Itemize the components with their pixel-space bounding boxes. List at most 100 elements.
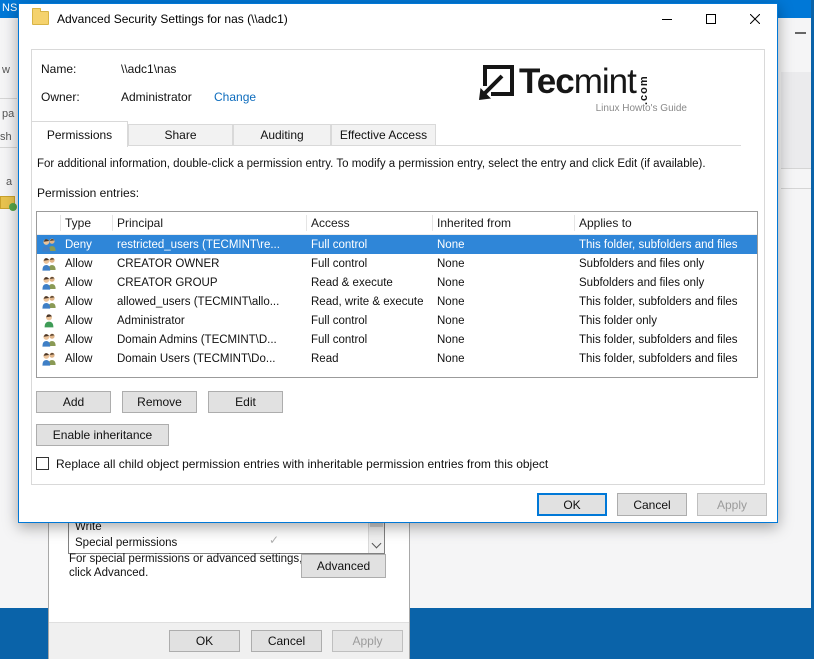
column-principal[interactable]: Principal	[113, 215, 307, 231]
entry-applies-to: This folder, subfolders and files	[575, 334, 757, 346]
logo-wordmark: Tecmint	[519, 64, 636, 105]
owner-label: Owner:	[41, 90, 80, 104]
permissions-dialog: Write Special permissions ✓ For special …	[48, 505, 410, 659]
table-row[interactable]: Allow CREATOR OWNER Full control None Su…	[37, 254, 757, 273]
listbox-item-special-permissions[interactable]: Special permissions	[75, 537, 177, 552]
entry-principal: CREATOR OWNER	[113, 258, 307, 270]
enable-inheritance-button[interactable]: Enable inheritance	[36, 424, 169, 446]
entry-inherited-from: None	[433, 277, 575, 289]
apply-button: Apply	[697, 493, 767, 516]
entry-principal: CREATOR GROUP	[113, 277, 307, 289]
principal-type-icon	[37, 275, 61, 290]
column-type[interactable]: Type	[61, 215, 113, 231]
entry-type: Allow	[61, 315, 113, 327]
entry-inherited-from: None	[433, 353, 575, 365]
column-access[interactable]: Access	[307, 215, 433, 231]
tecmint-logo-icon	[477, 64, 515, 104]
listbox-item-write[interactable]: Write	[75, 521, 102, 536]
entry-applies-to: This folder, subfolders and files	[575, 239, 757, 251]
entry-applies-to: Subfolders and files only	[575, 277, 757, 289]
entry-access: Read, write & execute	[307, 296, 433, 308]
entry-access: Read	[307, 353, 433, 365]
checkmark-icon: ✓	[269, 533, 279, 547]
tab-effective-access[interactable]: Effective Access	[331, 124, 436, 146]
entry-principal: Administrator	[113, 315, 307, 327]
background-divider	[0, 98, 17, 99]
table-row[interactable]: Deny restricted_users (TECMINT\re... Ful…	[37, 235, 757, 254]
group-icon	[41, 256, 57, 271]
advanced-hint-line1: For special permissions or advanced sett…	[69, 552, 302, 566]
cancel-button[interactable]: Cancel	[251, 630, 322, 652]
table-row[interactable]: Allow allowed_users (TECMINT\allo... Rea…	[37, 292, 757, 311]
advanced-button[interactable]: Advanced	[301, 554, 386, 578]
ok-button[interactable]: OK	[537, 493, 607, 516]
entry-applies-to: Subfolders and files only	[575, 258, 757, 270]
permission-entries-table[interactable]: Type Principal Access Inherited from App…	[36, 211, 758, 378]
titlebar[interactable]: Advanced Security Settings for nas (\\ad…	[19, 4, 777, 34]
entry-access: Full control	[307, 258, 433, 270]
maximize-button[interactable]	[689, 4, 733, 34]
entry-principal: restricted_users (TECMINT\re...	[113, 239, 307, 251]
permission-entries-label: Permission entries:	[37, 186, 139, 200]
user-icon	[41, 313, 57, 328]
group-icon	[41, 332, 57, 347]
maximize-icon	[706, 14, 716, 24]
change-owner-link[interactable]: Change	[214, 90, 256, 104]
apply-button: Apply	[332, 630, 403, 652]
entry-principal: Domain Admins (TECMINT\D...	[113, 334, 307, 346]
group-icon	[41, 237, 57, 252]
replace-child-permissions-label: Replace all child object permission entr…	[56, 457, 548, 471]
minimize-button[interactable]	[645, 4, 689, 34]
entry-type: Allow	[61, 353, 113, 365]
table-header[interactable]: Type Principal Access Inherited from App…	[37, 212, 757, 235]
entry-access: Full control	[307, 334, 433, 346]
tab-auditing[interactable]: Auditing	[233, 124, 331, 146]
background-titlebar-text: NS	[2, 2, 17, 14]
advanced-hint-line2: click Advanced.	[69, 566, 148, 580]
entry-applies-to: This folder, subfolders and files	[575, 353, 757, 365]
replace-child-permissions-checkbox[interactable]	[36, 457, 49, 470]
tab-permissions[interactable]: Permissions	[31, 121, 128, 147]
table-row[interactable]: Allow Domain Users (TECMINT\Do... Read N…	[37, 349, 757, 368]
entry-inherited-from: None	[433, 258, 575, 270]
cancel-button[interactable]: Cancel	[617, 493, 687, 516]
tecmint-logo: Tecmint .com Linux Howto's Guide	[477, 64, 687, 118]
chevron-down-icon	[372, 539, 382, 549]
minimize-icon	[662, 14, 672, 24]
group-icon	[41, 294, 57, 309]
shared-folder-icon	[0, 196, 15, 209]
add-button[interactable]: Add	[36, 391, 111, 413]
close-icon	[750, 14, 760, 24]
edit-button[interactable]: Edit	[208, 391, 283, 413]
background-divider	[781, 168, 811, 169]
entry-type: Allow	[61, 277, 113, 289]
table-row[interactable]: Allow Administrator Full control None Th…	[37, 311, 757, 330]
principal-type-icon	[37, 351, 61, 366]
entry-type: Deny	[61, 239, 113, 251]
logo-com: .com	[638, 67, 650, 105]
table-row[interactable]: Allow Domain Admins (TECMINT\D... Full c…	[37, 330, 757, 349]
entry-access: Read & execute	[307, 277, 433, 289]
column-icon	[37, 215, 61, 231]
entry-inherited-from: None	[433, 334, 575, 346]
group-icon	[41, 275, 57, 290]
tab-share[interactable]: Share	[128, 124, 233, 146]
background-divider	[0, 147, 17, 148]
screen: NS w pa sh a Write Special permissions ✓…	[0, 0, 814, 659]
background-panel	[781, 72, 811, 168]
remove-button[interactable]: Remove	[122, 391, 197, 413]
close-button[interactable]	[733, 4, 777, 34]
entry-inherited-from: None	[433, 239, 575, 251]
entry-access: Full control	[307, 315, 433, 327]
window-title: Advanced Security Settings for nas (\\ad…	[57, 12, 288, 26]
principal-type-icon	[37, 294, 61, 309]
tab-divider	[31, 145, 741, 146]
principal-type-icon	[37, 313, 61, 328]
ok-button[interactable]: OK	[169, 630, 240, 652]
principal-type-icon	[37, 237, 61, 252]
table-row[interactable]: Allow CREATOR GROUP Read & execute None …	[37, 273, 757, 292]
permission-rows: Deny restricted_users (TECMINT\re... Ful…	[37, 235, 757, 368]
column-inherited-from[interactable]: Inherited from	[433, 215, 575, 231]
column-applies-to[interactable]: Applies to	[575, 215, 757, 231]
owner-value: Administrator	[121, 90, 192, 104]
